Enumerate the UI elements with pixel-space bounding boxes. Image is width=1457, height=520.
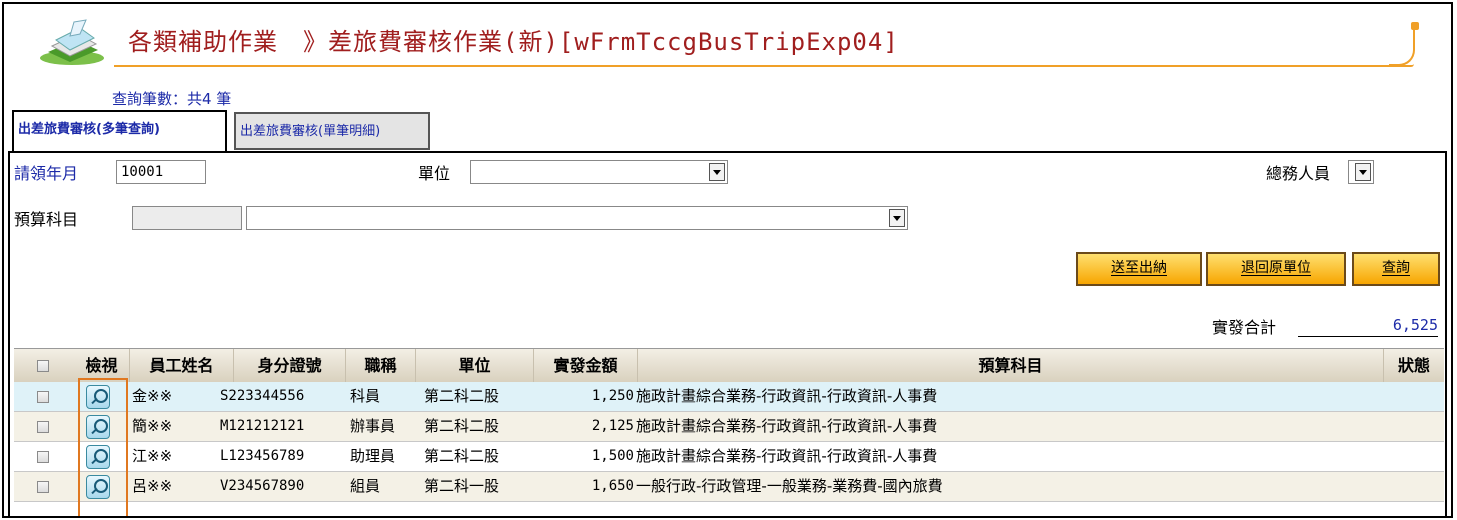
chevron-down-icon[interactable] (889, 209, 905, 227)
table-row[interactable]: 金※※ S223344556 科員 第二科二股 1,250 施政計畫綜合業務-行… (14, 382, 1444, 412)
header-hook-decoration (1389, 22, 1419, 66)
staff-label: 總務人員 (1266, 164, 1331, 183)
cell-name: 呂※※ (132, 477, 173, 495)
cell-name: 江※※ (132, 447, 173, 465)
table-row[interactable]: 簡※※ M121212121 辦事員 第二科二股 2,125 施政計畫綜合業務-… (14, 412, 1444, 442)
cell-name: 簡※※ (132, 417, 173, 435)
col-name[interactable]: 員工姓名 (130, 349, 234, 383)
query-button-label: 查詢 (1382, 260, 1410, 276)
send-to-cashier-button[interactable]: 送至出納 (1076, 252, 1202, 286)
query-count: 查詢筆數：共4 筆 (112, 90, 232, 108)
cell-id: S223344556 (220, 388, 305, 404)
cell-unit: 第二科二股 (424, 447, 500, 465)
period-input[interactable]: 10001 (116, 160, 206, 184)
cell-title: 組員 (350, 477, 381, 495)
app-window: 各類補助作業 》差旅費審核作業(新)[wFrmTccgBusTripExp04]… (2, 2, 1453, 518)
col-unit[interactable]: 單位 (416, 349, 534, 383)
cell-amount: 1,500 (591, 448, 634, 464)
row-checkbox[interactable] (37, 421, 49, 433)
table-row[interactable]: 呂※※ V234567890 組員 第二科一股 1,650 一般行政-行政管理-… (14, 472, 1444, 502)
staff-select[interactable] (1348, 160, 1374, 184)
cell-amount: 1,250 (591, 388, 634, 404)
cell-budget: 一般行政-行政管理-一般業務-業務費-國內旅費 (636, 477, 943, 495)
table-header: 檢視 員工姓名 身分證號 職稱 單位 實發金額 預算科目 狀態 (14, 348, 1444, 384)
select-all-checkbox[interactable] (37, 360, 49, 372)
col-id[interactable]: 身分證號 (234, 349, 346, 383)
return-button-label: 退回原單位 (1241, 260, 1311, 276)
cell-budget: 施政計畫綜合業務-行政資訊-行政資訊-人事費 (636, 387, 938, 405)
cell-title: 科員 (350, 387, 381, 405)
return-to-unit-button[interactable]: 退回原單位 (1206, 252, 1346, 286)
period-label: 請領年月 (14, 164, 79, 183)
magnifier-icon[interactable] (86, 415, 110, 439)
row-checkbox[interactable] (37, 391, 49, 403)
cell-amount: 2,125 (591, 418, 634, 434)
tab-multi-query[interactable]: 出差旅費審核(多筆查詢) (12, 110, 227, 152)
cell-unit: 第二科二股 (424, 417, 500, 435)
magnifier-icon[interactable] (86, 475, 110, 499)
col-title[interactable]: 職稱 (346, 349, 416, 383)
unit-select[interactable] (470, 160, 728, 184)
row-checkbox[interactable] (37, 481, 49, 493)
page-header: 各類補助作業 》差旅費審核作業(新)[wFrmTccgBusTripExp04] (4, 4, 1451, 84)
header-underline (114, 64, 1414, 67)
chevron-down-icon[interactable] (709, 163, 725, 181)
col-budget[interactable]: 預算科目 (638, 349, 1384, 383)
page-title: 各類補助作業 》差旅費審核作業(新)[wFrmTccgBusTripExp04] (128, 28, 899, 56)
budget-label: 預算科目 (14, 210, 79, 229)
send-button-label: 送至出納 (1111, 260, 1167, 276)
total-value: 6,525 (1298, 316, 1438, 337)
budget-code-input[interactable] (132, 206, 242, 230)
col-status[interactable]: 狀態 (1384, 349, 1444, 383)
table-row[interactable]: 江※※ L123456789 助理員 第二科二股 1,500 施政計畫綜合業務-… (14, 442, 1444, 472)
cell-id: V234567890 (220, 478, 305, 494)
cell-id: M121212121 (220, 418, 305, 434)
row-checkbox[interactable] (37, 451, 49, 463)
col-view[interactable]: 檢視 (74, 349, 130, 383)
cell-amount: 1,650 (591, 478, 634, 494)
cell-unit: 第二科二股 (424, 387, 500, 405)
cell-name: 金※※ (132, 387, 173, 405)
cell-budget: 施政計畫綜合業務-行政資訊-行政資訊-人事費 (636, 447, 938, 465)
col-amount[interactable]: 實發金額 (534, 349, 638, 383)
cell-unit: 第二科一股 (424, 477, 500, 495)
budget-select[interactable] (246, 206, 908, 230)
magnifier-icon[interactable] (86, 445, 110, 469)
chevron-down-icon[interactable] (1355, 163, 1371, 181)
magnifier-icon[interactable] (86, 385, 110, 409)
cell-title: 助理員 (350, 447, 396, 465)
cell-budget: 施政計畫綜合業務-行政資訊-行政資訊-人事費 (636, 417, 938, 435)
unit-label: 單位 (418, 164, 451, 183)
query-button[interactable]: 查詢 (1352, 252, 1440, 286)
cell-id: L123456789 (220, 448, 305, 464)
total-label: 實發合計 (1212, 318, 1277, 337)
cell-title: 辦事員 (350, 417, 396, 435)
tab-single-detail[interactable]: 出差旅費審核(單筆明細) (234, 112, 430, 150)
books-logo-icon (40, 19, 104, 65)
